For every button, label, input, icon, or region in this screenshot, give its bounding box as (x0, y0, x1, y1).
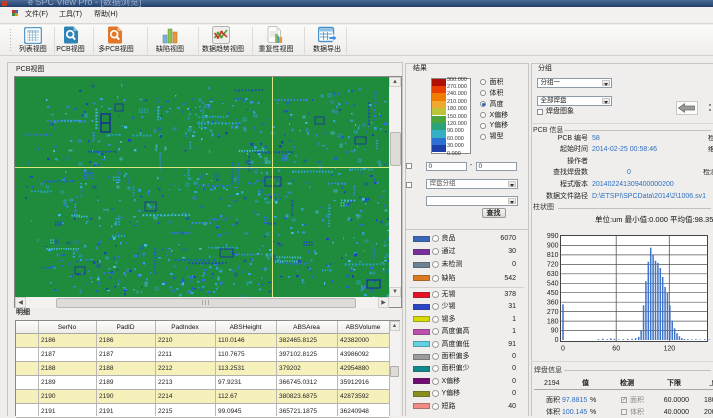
svg-text:900: 900 (547, 243, 559, 250)
svg-text:0: 0 (555, 337, 559, 344)
svg-text:540: 540 (547, 281, 559, 288)
svg-text:180: 180 (547, 318, 559, 325)
svg-text:720: 720 (547, 262, 559, 269)
svg-text:60: 60 (612, 346, 620, 353)
svg-text:450: 450 (547, 290, 559, 297)
svg-text:120: 120 (663, 346, 675, 353)
svg-text:0: 0 (561, 346, 565, 353)
svg-text:810: 810 (547, 252, 559, 259)
svg-text:360: 360 (547, 299, 559, 306)
svg-text:630: 630 (547, 271, 559, 278)
svg-text:90: 90 (551, 328, 559, 335)
svg-text:990: 990 (547, 233, 559, 240)
svg-text:270: 270 (547, 309, 559, 316)
